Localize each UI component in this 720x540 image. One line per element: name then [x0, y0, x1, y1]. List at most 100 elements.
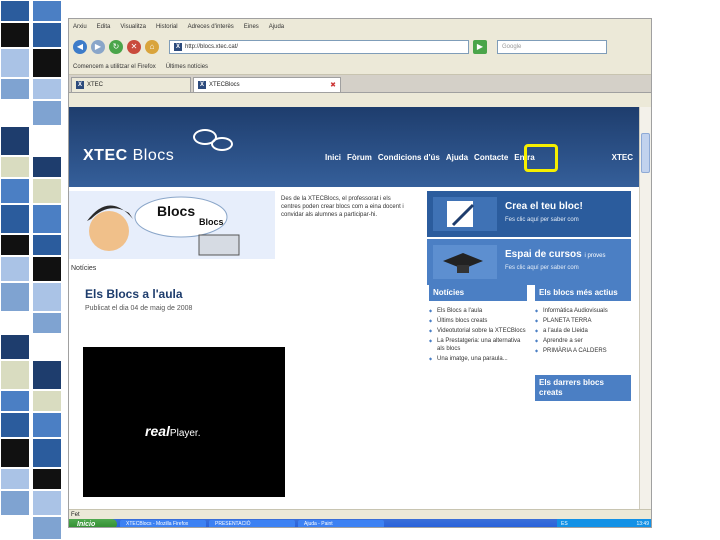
- hero-banner: Blocs Blocs Des de la XTECBlocs, el prof…: [69, 191, 419, 259]
- stripe-square: [0, 256, 30, 282]
- promo-courses-title-text: Espai de cursos: [505, 249, 582, 260]
- stripe-square: [0, 22, 30, 48]
- taskbar-presentation[interactable]: PRESENTACIÓ: [209, 520, 295, 527]
- stripe-square: [0, 156, 30, 178]
- stripe-square: [0, 204, 30, 234]
- promo-create-title: Crea el teu bloc!: [505, 201, 583, 212]
- xtec-favicon-icon: X: [76, 81, 84, 89]
- nav-contacte[interactable]: Contacte: [474, 153, 508, 162]
- stripe-square: [32, 204, 62, 234]
- blog-item[interactable]: Aprendre a ser: [535, 337, 631, 345]
- stripe-square: [32, 126, 62, 156]
- tab-xtec[interactable]: X XTEC: [71, 77, 191, 92]
- breadcrumb[interactable]: Notícies: [71, 265, 96, 272]
- blog-item[interactable]: PRIMÀRIA A CALDERS: [535, 347, 631, 355]
- promo-courses-badge: i proves: [584, 253, 606, 259]
- stripe-square: [32, 312, 62, 334]
- nav-forum[interactable]: Fòrum: [347, 153, 372, 162]
- nav-inici[interactable]: Inici: [325, 153, 341, 162]
- stripe-square: [0, 360, 30, 390]
- vertical-scrollbar[interactable]: [639, 107, 651, 509]
- menu-file[interactable]: Arxiu: [73, 24, 87, 30]
- stripe-square: [32, 282, 62, 312]
- post-title[interactable]: Els Blocs a l'aula: [85, 287, 183, 301]
- nav-condicions[interactable]: Condicions d'ús: [378, 153, 440, 162]
- search-placeholder: Google: [502, 44, 522, 50]
- xtec-logo[interactable]: XTEC: [612, 153, 633, 162]
- stripe-square: [0, 48, 30, 78]
- stripe-square: [0, 412, 30, 438]
- stripe-square: [32, 360, 62, 390]
- go-icon[interactable]: ▶: [473, 40, 487, 54]
- slide-root: Arxiu Edita Visualitza Historial Adreces…: [0, 0, 720, 540]
- stop-icon[interactable]: ✕: [127, 40, 141, 54]
- taskbar-firefox[interactable]: XTECBlocs - Mozilla Firefox: [120, 520, 206, 527]
- tab-xtec-label: XTEC: [87, 82, 104, 88]
- menu-view[interactable]: Visualitza: [120, 24, 146, 30]
- graduation-cap-icon: [433, 245, 497, 279]
- tab-xtecblocs-label: XTECBlocs: [209, 82, 240, 88]
- tab-xtecblocs[interactable]: X XTECBlocs ✖: [193, 77, 341, 92]
- taskbar-paint[interactable]: Ajuda - Paint: [298, 520, 384, 527]
- menu-history[interactable]: Historial: [156, 24, 178, 30]
- news-item[interactable]: Últims blocs creats: [429, 317, 527, 325]
- promo-create-blog[interactable]: Crea el teu bloc! Fes clic aquí per sabe…: [427, 191, 631, 237]
- url-text: http://blocs.xtec.cat/: [185, 44, 239, 50]
- stripe-square: [32, 100, 62, 126]
- menu-help[interactable]: Ajuda: [269, 24, 284, 30]
- scrollbar-thumb[interactable]: [641, 133, 650, 173]
- stripe-square: [32, 334, 62, 360]
- recent-blogs-heading: Els darrers blocs creats: [535, 375, 631, 401]
- menu-edit[interactable]: Edita: [97, 24, 111, 30]
- blog-item[interactable]: Informàtica Audiovisuals: [535, 307, 631, 315]
- stripe-square: [32, 256, 62, 282]
- reload-icon[interactable]: ↻: [109, 40, 123, 54]
- realplayer-logo: realPlayer.: [145, 423, 201, 439]
- forward-icon[interactable]: ▶: [91, 40, 105, 54]
- stripe-square: [0, 468, 30, 490]
- realplayer-logo-rest: Player.: [169, 428, 201, 439]
- stripe-square: [32, 468, 62, 490]
- stripe-square: [0, 100, 30, 126]
- stripe-square: [32, 234, 62, 256]
- active-blogs-column: Els blocs més actius Informàtica Audiovi…: [535, 285, 631, 485]
- site-logo[interactable]: XTEC Blocs: [83, 147, 174, 165]
- news-item[interactable]: La Prestatgeria: una alternativa als blo…: [429, 337, 527, 353]
- news-item[interactable]: Videotutorial sobre la XTECBlocs: [429, 327, 527, 335]
- nav-ajuda[interactable]: Ajuda: [446, 153, 468, 162]
- post-date: Publicat el dia 04 de maig de 2008: [85, 305, 193, 312]
- stripe-square: [0, 490, 30, 516]
- menu-bar: Arxiu Edita Visualitza Historial Adreces…: [69, 19, 651, 35]
- hero-title: Blocs: [157, 203, 196, 219]
- pencil-icon: [433, 197, 497, 231]
- back-icon[interactable]: ◀: [73, 40, 87, 54]
- news-item[interactable]: Una imatge, una paraula...: [429, 355, 527, 363]
- close-tab-icon[interactable]: ✖: [330, 81, 336, 89]
- tray-language[interactable]: ES: [561, 521, 568, 527]
- blog-item[interactable]: PLANETA TERRA: [535, 317, 631, 325]
- bookmark-latest-news[interactable]: Últimes notícies: [166, 64, 208, 70]
- stripe-square: [32, 22, 62, 48]
- stripe-square: [0, 438, 30, 468]
- search-input[interactable]: Google: [497, 40, 607, 54]
- bookmark-getting-started[interactable]: Comencem a utilitzar el Firefox: [73, 64, 156, 70]
- start-button[interactable]: Inicio: [69, 519, 117, 527]
- hero-illustration: Blocs Blocs: [69, 191, 275, 259]
- news-list: Els Blocs a l'aula Últims blocs creats V…: [429, 307, 527, 363]
- bookmarks-toolbar: Comencem a utilitzar el Firefox Últimes …: [69, 59, 651, 75]
- stripe-square: [0, 312, 30, 334]
- stripe-square: [32, 48, 62, 78]
- tab-strip: X XTEC X XTECBlocs ✖: [69, 75, 651, 93]
- blog-item[interactable]: a l'aula de Lleida: [535, 327, 631, 335]
- news-item[interactable]: Els Blocs a l'aula: [429, 307, 527, 315]
- menu-bookmarks[interactable]: Adreces d'interès: [188, 24, 234, 30]
- home-icon[interactable]: ⌂: [145, 40, 159, 54]
- promo-courses[interactable]: Espai de cursos i proves Fes clic aquí p…: [427, 239, 631, 285]
- speech-bubble-small-icon: [211, 137, 233, 151]
- stripe-square: [0, 0, 30, 22]
- brand-light: Blocs: [132, 147, 175, 164]
- stripe-square: [32, 78, 62, 100]
- menu-tools[interactable]: Eines: [244, 24, 259, 30]
- url-input[interactable]: X http://blocs.xtec.cat/: [169, 40, 469, 54]
- video-player[interactable]: realPlayer.: [83, 347, 285, 497]
